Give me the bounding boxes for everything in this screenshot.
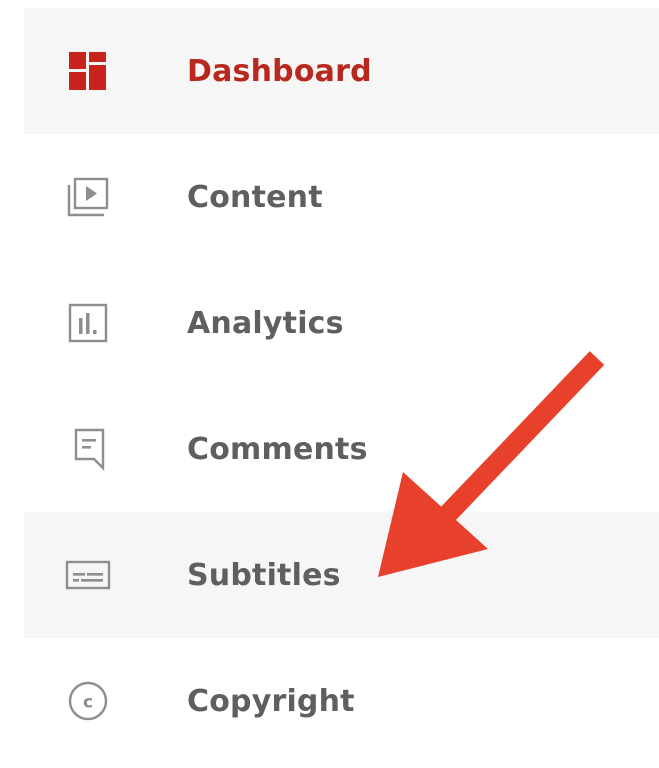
sidebar-item-dashboard[interactable]: Dashboard bbox=[24, 8, 659, 134]
sidebar-item-label: Content bbox=[187, 179, 323, 215]
studio-page: Dashboard Content Analytics Comments Sub… bbox=[0, 0, 659, 768]
subtitles-icon bbox=[60, 547, 116, 603]
sidebar-item-label: Copyright bbox=[187, 683, 355, 719]
sidebar-item-label: Subtitles bbox=[187, 557, 341, 593]
copyright-icon: c bbox=[60, 673, 116, 729]
studio-sidebar-nav: Dashboard Content Analytics Comments Sub… bbox=[24, 8, 659, 764]
sidebar-item-content[interactable]: Content bbox=[24, 134, 659, 260]
svg-text:c: c bbox=[83, 693, 93, 713]
sidebar-item-label: Comments bbox=[187, 431, 368, 467]
sidebar-item-label: Dashboard bbox=[187, 53, 372, 89]
sidebar-item-subtitles[interactable]: Subtitles bbox=[24, 512, 659, 638]
sidebar-item-copyright[interactable]: c Copyright bbox=[24, 638, 659, 764]
sidebar-item-comments[interactable]: Comments bbox=[24, 386, 659, 512]
analytics-bar-chart-icon bbox=[60, 295, 116, 351]
sidebar-item-analytics[interactable]: Analytics bbox=[24, 260, 659, 386]
sidebar-item-label: Analytics bbox=[187, 305, 344, 341]
comments-bubble-icon bbox=[60, 421, 116, 477]
dashboard-icon bbox=[60, 43, 116, 99]
content-video-icon bbox=[60, 169, 116, 225]
